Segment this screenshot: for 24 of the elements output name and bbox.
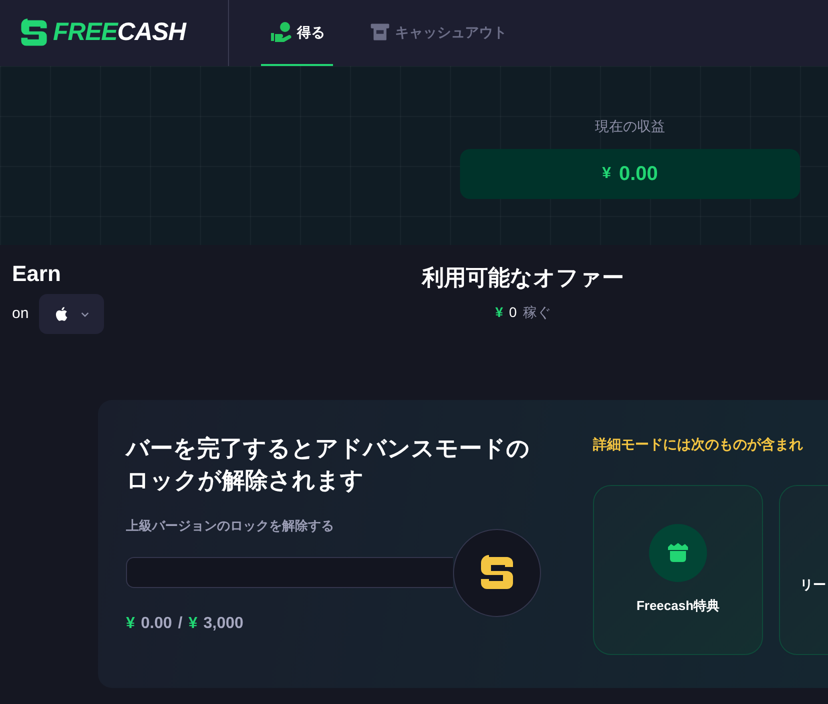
bar-label: 上級バージョンのロックを解除する (126, 517, 335, 535)
progress-current: 0.00 (140, 614, 172, 634)
on-label: on (12, 304, 29, 324)
progress-separator: / (178, 614, 182, 634)
offers-amount: 0 (509, 303, 517, 322)
unlock-heading: バーを完了するとアドバンスモードのロックが解除されます (126, 434, 531, 495)
offers-heading: 利用可能なオファー (422, 264, 624, 292)
logo-text: FREE (53, 17, 118, 48)
progress-target: 3,000 (203, 614, 244, 634)
currency-symbol: ¥ (126, 614, 135, 634)
feature-label: リー (799, 576, 826, 594)
feature-label: Freecash特典 (636, 597, 720, 616)
chevron-down-icon (81, 312, 90, 316)
logo-text: CASH (117, 17, 186, 48)
currency-symbol: ¥ (495, 303, 503, 322)
earn-heading: Earn (12, 260, 62, 288)
currency-symbol: ¥ (188, 614, 198, 634)
platform-dropdown[interactable] (38, 294, 104, 334)
features-heading: 詳細モードには次のものが含まれ (593, 435, 804, 454)
earn-label: 稼ぐ (522, 303, 551, 322)
logo-icon (18, 17, 50, 49)
earnings-label: 現在の収益 (595, 117, 665, 136)
hand-coin-icon (269, 20, 293, 44)
earnings-display: ¥ 0.00 (460, 149, 800, 199)
